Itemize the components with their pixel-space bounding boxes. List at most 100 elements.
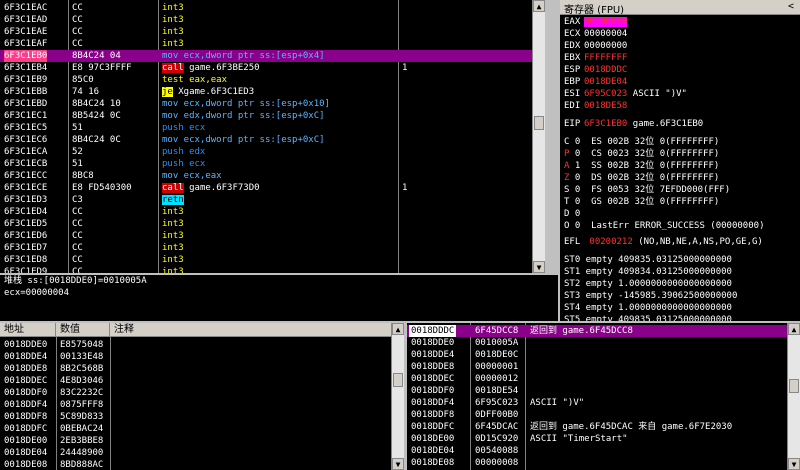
disasm-row[interactable]: 6F3C1EC5 51 push ecx	[0, 122, 532, 134]
stack-row[interactable]: 0018DDE0 0010005A	[407, 337, 787, 349]
dump-pane[interactable]: 地址 数值 注释 0018DDE0 E8575048 0018DDE4 00133E48 0…	[0, 323, 404, 470]
stack-row[interactable]: 0018DE08 00000008	[407, 457, 787, 469]
stack-row[interactable]: 0018DDE8 00000001	[407, 361, 787, 373]
register-value[interactable]: 00200212	[589, 237, 632, 247]
stack-row[interactable]: 0018DDF0 0018DE54	[407, 385, 787, 397]
dump-scrollbar[interactable]: ▲ ▼	[391, 323, 404, 470]
disasm-row[interactable]: 6F3C1ECC 8BC8 mov ecx,eax	[0, 170, 532, 182]
dump-row[interactable]: 0018DDF8 5C89D833	[0, 411, 391, 423]
scroll-thumb[interactable]	[534, 116, 544, 130]
collapse-icon[interactable]: <	[788, 1, 794, 12]
scroll-thumb[interactable]	[789, 379, 799, 393]
disasm-row[interactable]: 6F3C1ECB 51 push ecx	[0, 158, 532, 170]
dump-row[interactable]: 0018DDF4 0875FFF8	[0, 399, 391, 411]
dump-row[interactable]: 0018DDE0 E8575048	[0, 339, 391, 351]
disasm-row[interactable]: 6F3C1EBB 74 16 je Xgame.6F3C1ED3	[0, 86, 532, 98]
scroll-up-icon[interactable]: ▲	[392, 323, 404, 335]
register-esi[interactable]: ESI 6F95C023 ASCII ")V"	[564, 88, 687, 100]
disasm-row[interactable]: 6F3C1EAF CC int3	[0, 38, 532, 50]
dump-column-header[interactable]: 注释	[110, 323, 392, 337]
flag-row[interactable]: P 0 CS 0023 32位 0(FFFFFFFF)	[564, 148, 719, 160]
scroll-down-icon[interactable]: ▼	[533, 261, 545, 273]
disasm-row[interactable]: 6F3C1ED7 CC int3	[0, 242, 532, 254]
fpu-register[interactable]: ST2 empty 1.0000000000000000000	[564, 278, 732, 290]
dump-row[interactable]: 0018DDE8 8B2C568B	[0, 363, 391, 375]
flag-row[interactable]: A 1 SS 002B 32位 0(FFFFFFFF)	[564, 160, 719, 172]
register-ebp[interactable]: EBP 0018DE04	[564, 76, 627, 88]
register-value[interactable]: 00000004	[584, 29, 627, 39]
dump-row[interactable]: 0018DDFC 0BEBAC24	[0, 423, 391, 435]
disasm-row[interactable]: 6F3C1EAE CC int3	[0, 26, 532, 38]
register-value[interactable]: 6F95C023	[584, 89, 627, 99]
register-esp[interactable]: ESP 0018DDDC	[564, 64, 627, 76]
scroll-up-icon[interactable]: ▲	[788, 323, 800, 335]
stack-row[interactable]: 0018DDF8 0DFF00B0	[407, 409, 787, 421]
stack-row[interactable]: 0018DDF4 6F95C023 ASCII ")V"	[407, 397, 787, 409]
register-edx[interactable]: EDX 00000000	[564, 40, 627, 52]
register-eax[interactable]: EAX 0018DDE0	[564, 16, 628, 28]
dump-row[interactable]: 0018DDE4 00133E48	[0, 351, 391, 363]
disasm-row[interactable]: 6F3C1ED4 CC int3	[0, 206, 532, 218]
disasm-row[interactable]: 6F3C1EC6 8B4C24 0C mov ecx,dword ptr ss:[e…	[0, 134, 532, 146]
dump-row[interactable]: 0018DDF0 83C2232C	[0, 387, 391, 399]
stack-row[interactable]: 0018DE04 00540088	[407, 445, 787, 457]
disasm-row[interactable]: 6F3C1EB4 E8 97C3FFFF call game.6F3BE250 1	[0, 62, 532, 74]
dump-row[interactable]: 0018DDEC 4E8D3046	[0, 375, 391, 387]
disasm-row[interactable]: 6F3C1EAD CC int3	[0, 14, 532, 26]
disasm-row[interactable]: 6F3C1ED8 CC int3	[0, 254, 532, 266]
disasm-row[interactable]: 6F3C1EAC CC int3	[0, 2, 532, 14]
scroll-down-icon[interactable]: ▼	[788, 458, 800, 470]
register-edi[interactable]: EDI 0018DE58	[564, 100, 627, 112]
register-ecx[interactable]: ECX 00000004	[564, 28, 627, 40]
disasm-row[interactable]: 6F3C1ED6 CC int3	[0, 230, 532, 242]
scroll-down-icon[interactable]: ▼	[392, 458, 404, 470]
dump-row[interactable]: 0018DE04 24448900	[0, 447, 391, 459]
register-value[interactable]: 0018DE04	[584, 77, 627, 87]
dump-row[interactable]: 0018DE08 8BD888AC	[0, 459, 391, 470]
flag-row[interactable]: C 0 ES 002B 32位 0(FFFFFFFF)	[564, 136, 719, 148]
stack-row[interactable]: 0018DDE4 0018DE0C	[407, 349, 787, 361]
dump-column-header[interactable]: 地址	[0, 323, 56, 337]
flag-row[interactable]: D 0	[564, 208, 580, 220]
dump-row[interactable]: 0018DE00 2EB3BBE8	[0, 435, 391, 447]
flag-row[interactable]: S 0 FS 0053 32位 7EFDD000(FFF)	[564, 184, 730, 196]
flag-row[interactable]: O 0 LastErr ERROR_SUCCESS (00000000)	[564, 220, 764, 232]
disasm-row[interactable]: 6F3C1EB9 85C0 test eax,eax	[0, 74, 532, 86]
stack-pane[interactable]: 0018DDDC 6F45DCC8 返回到 game.6F45DCC8 0018DDE…	[407, 323, 800, 470]
fpu-register[interactable]: ST3 empty -145985.39062500000000	[564, 290, 737, 302]
disasm-row[interactable]: 6F3C1EB0 8B4C24 04 mov ecx,dword ptr ss:[e…	[0, 50, 532, 62]
stack-scrollbar[interactable]: ▲ ▼	[787, 323, 800, 470]
register-value[interactable]: 0018DDDC	[584, 65, 627, 75]
register-eip[interactable]: EIP 6F3C1EB0 game.6F3C1EB0	[564, 118, 703, 130]
disasm-row[interactable]: 6F3C1EC1 8B5424 0C mov edx,dword ptr ss:[e…	[0, 110, 532, 122]
register-value[interactable]: 0018DDE0	[584, 17, 628, 27]
flag-row[interactable]: Z 0 DS 002B 32位 0(FFFFFFFF)	[564, 172, 719, 184]
register-ebx[interactable]: EBX FFFFFFFF	[564, 52, 627, 64]
disasm-row[interactable]: 6F3C1EBD 8B4C24 10 mov ecx,dword ptr ss:[e…	[0, 98, 532, 110]
flag-row[interactable]: T 0 GS 002B 32位 0(FFFFFFFF)	[564, 196, 719, 208]
register-value[interactable]: FFFFFFFF	[584, 53, 627, 63]
stack-row[interactable]: 0018DE00 0D15C920 ASCII "TimerStart"	[407, 433, 787, 445]
stack-row[interactable]: 0018DDFC 6F45DCAC 返回到 game.6F45DCAC 来自 gam…	[407, 421, 787, 433]
dump-column-header[interactable]: 数值	[56, 323, 110, 337]
register-value[interactable]: 00000000	[584, 41, 627, 51]
disasm-row[interactable]: 6F3C1ED9 CC int3	[0, 266, 532, 273]
disasm-row[interactable]: 6F3C1ED5 CC int3	[0, 218, 532, 230]
disasm-row[interactable]: 6F3C1ECA 52 push edx	[0, 146, 532, 158]
stack-row[interactable]: 0018DDEC 00000012	[407, 373, 787, 385]
scroll-up-icon[interactable]: ▲	[533, 0, 545, 12]
disasm-row[interactable]: 6F3C1ECE E8 FD540300 call game.6F3F73D0 1	[0, 182, 532, 194]
disassembly-pane[interactable]: 6F3C1EAC CC int3 6F3C1EAD CC int3 6F3C1EAE CC in…	[0, 0, 545, 273]
disassembly-scrollbar[interactable]: ▲ ▼	[532, 0, 545, 273]
fpu-register[interactable]: ST4 empty 1.0000000000000000000	[564, 302, 732, 314]
register-efl[interactable]: EFL 00200212 (NO,NB,NE,A,NS,PO,GE,G)	[564, 236, 763, 248]
fpu-register[interactable]: ST1 empty 409834.03125000000000	[564, 266, 732, 278]
scroll-thumb[interactable]	[393, 373, 403, 387]
register-value[interactable]: 0018DE58	[584, 101, 627, 111]
fpu-register[interactable]: ST0 empty 409835.03125000000000	[564, 254, 732, 266]
registers-pane[interactable]: 寄存器 (FPU) < EAX 0018DDE0 ECX 00000004 EDX 000…	[560, 0, 800, 321]
disasm-row[interactable]: 6F3C1ED3 C3 retn	[0, 194, 532, 206]
stack-row[interactable]: 0018DDDC 6F45DCC8 返回到 game.6F45DCC8	[407, 325, 787, 337]
register-value[interactable]: 6F3C1EB0	[584, 119, 627, 129]
fpu-register[interactable]: ST5 empty 409835.03125000000000	[564, 314, 732, 321]
